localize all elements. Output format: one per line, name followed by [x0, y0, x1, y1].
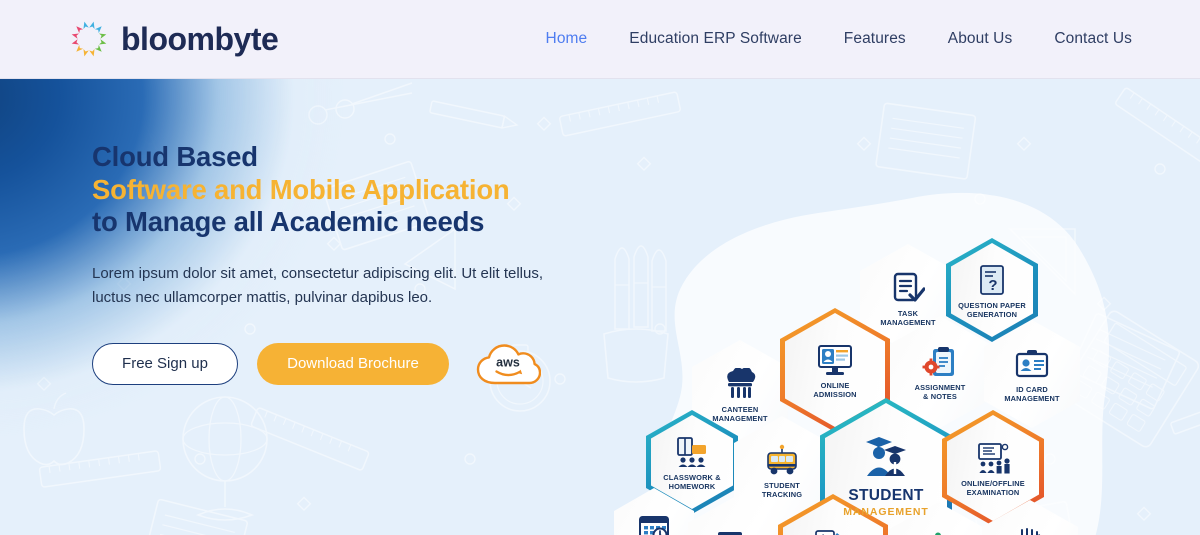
hex-exam-report-certs[interactable]: EXAM REPORT &CERTIFICATES: [778, 494, 888, 535]
question-doc-icon: ?: [977, 263, 1007, 297]
id-card-icon: [1015, 347, 1049, 381]
brand-logo[interactable]: bloombyte: [68, 18, 279, 60]
hex-label: ONLINE/OFFLINE EXAMINATION: [961, 478, 1025, 497]
hex-body: EXAM REPORT &CERTIFICATES: [778, 494, 888, 535]
svg-text:?: ?: [988, 277, 997, 294]
hex-body: TIME TABLE: [614, 488, 694, 535]
attendance-hand-icon: [1012, 527, 1048, 535]
school-bus-icon: [764, 443, 800, 477]
hex-body: MESSAGING & SMS: [688, 496, 784, 535]
brand-name: bloombyte: [121, 21, 279, 57]
hex-event-management[interactable]: EVENTMANAGEMENT: [888, 502, 988, 535]
chef-cutlery-icon: [722, 367, 758, 401]
free-sign-up-button[interactable]: Free Sign up: [92, 342, 238, 385]
book-students-icon: [675, 435, 709, 469]
certificate-icon: [813, 529, 853, 535]
hex-label: ONLINE ADMISSION: [813, 380, 857, 399]
student-management-hexagon-cluster: TASK MANAGEMENT? QUESTION PAPER GENERATION C…: [612, 158, 1200, 535]
nav-item-home[interactable]: Home: [546, 30, 588, 48]
monitor-user-icon: [816, 343, 854, 377]
chat-bubbles-icon: [718, 527, 754, 535]
hero-paragraph: Lorem ipsum dolor sit amet, consectetur …: [92, 265, 544, 307]
clipboard-gear-icon: [922, 345, 958, 379]
hex-body: ATTENDANCEMANAGEMENT: [982, 500, 1078, 535]
nav-item-about-us[interactable]: About Us: [948, 30, 1013, 48]
hex-attendance-management[interactable]: ATTENDANCEMANAGEMENT: [982, 500, 1078, 535]
hex-label: ID CARD MANAGEMENT: [1004, 384, 1060, 403]
nav-item-contact-us[interactable]: Contact Us: [1054, 30, 1132, 48]
checklist-icon: [891, 271, 925, 305]
hex-time-table[interactable]: TIME TABLE: [614, 488, 694, 535]
exam-room-icon: [974, 441, 1012, 475]
aws-cloud-badge[interactable]: aws: [475, 342, 542, 386]
nav-item-education-erp-software[interactable]: Education ERP Software: [629, 30, 802, 48]
site-header: bloombyte Home Education ERP Software Fe…: [0, 0, 1200, 79]
hero-heading-line-3: to Manage all Academic needs: [92, 206, 485, 238]
download-brochure-button[interactable]: Download Brochure: [257, 342, 449, 385]
hero-content: Cloud Based Software and Mobile Applicat…: [92, 141, 612, 386]
main-nav: Home Education ERP Software Features Abo…: [546, 30, 1132, 48]
hex-messaging-sms[interactable]: MESSAGING & SMS: [688, 496, 784, 535]
hero-heading-line-2: Software and Mobile Application: [92, 173, 510, 205]
aws-wordmark: aws: [496, 355, 520, 369]
hex-body: EVENTMANAGEMENT: [888, 502, 988, 535]
nav-item-features[interactable]: Features: [844, 30, 906, 48]
graduates-icon: [860, 430, 912, 480]
hero-heading-line-1: Cloud Based: [92, 141, 258, 172]
bloom-petal-circle-logo: [68, 18, 110, 60]
landing-page: bloombyte Home Education ERP Software Fe…: [0, 0, 1200, 535]
calendar-clock-icon: [638, 511, 670, 535]
hero-cta-row: Free Sign up Download Brochure aws: [92, 342, 612, 386]
hero-section: Cloud Based Software and Mobile Applicat…: [0, 79, 1200, 535]
audience-icon: [918, 531, 958, 535]
